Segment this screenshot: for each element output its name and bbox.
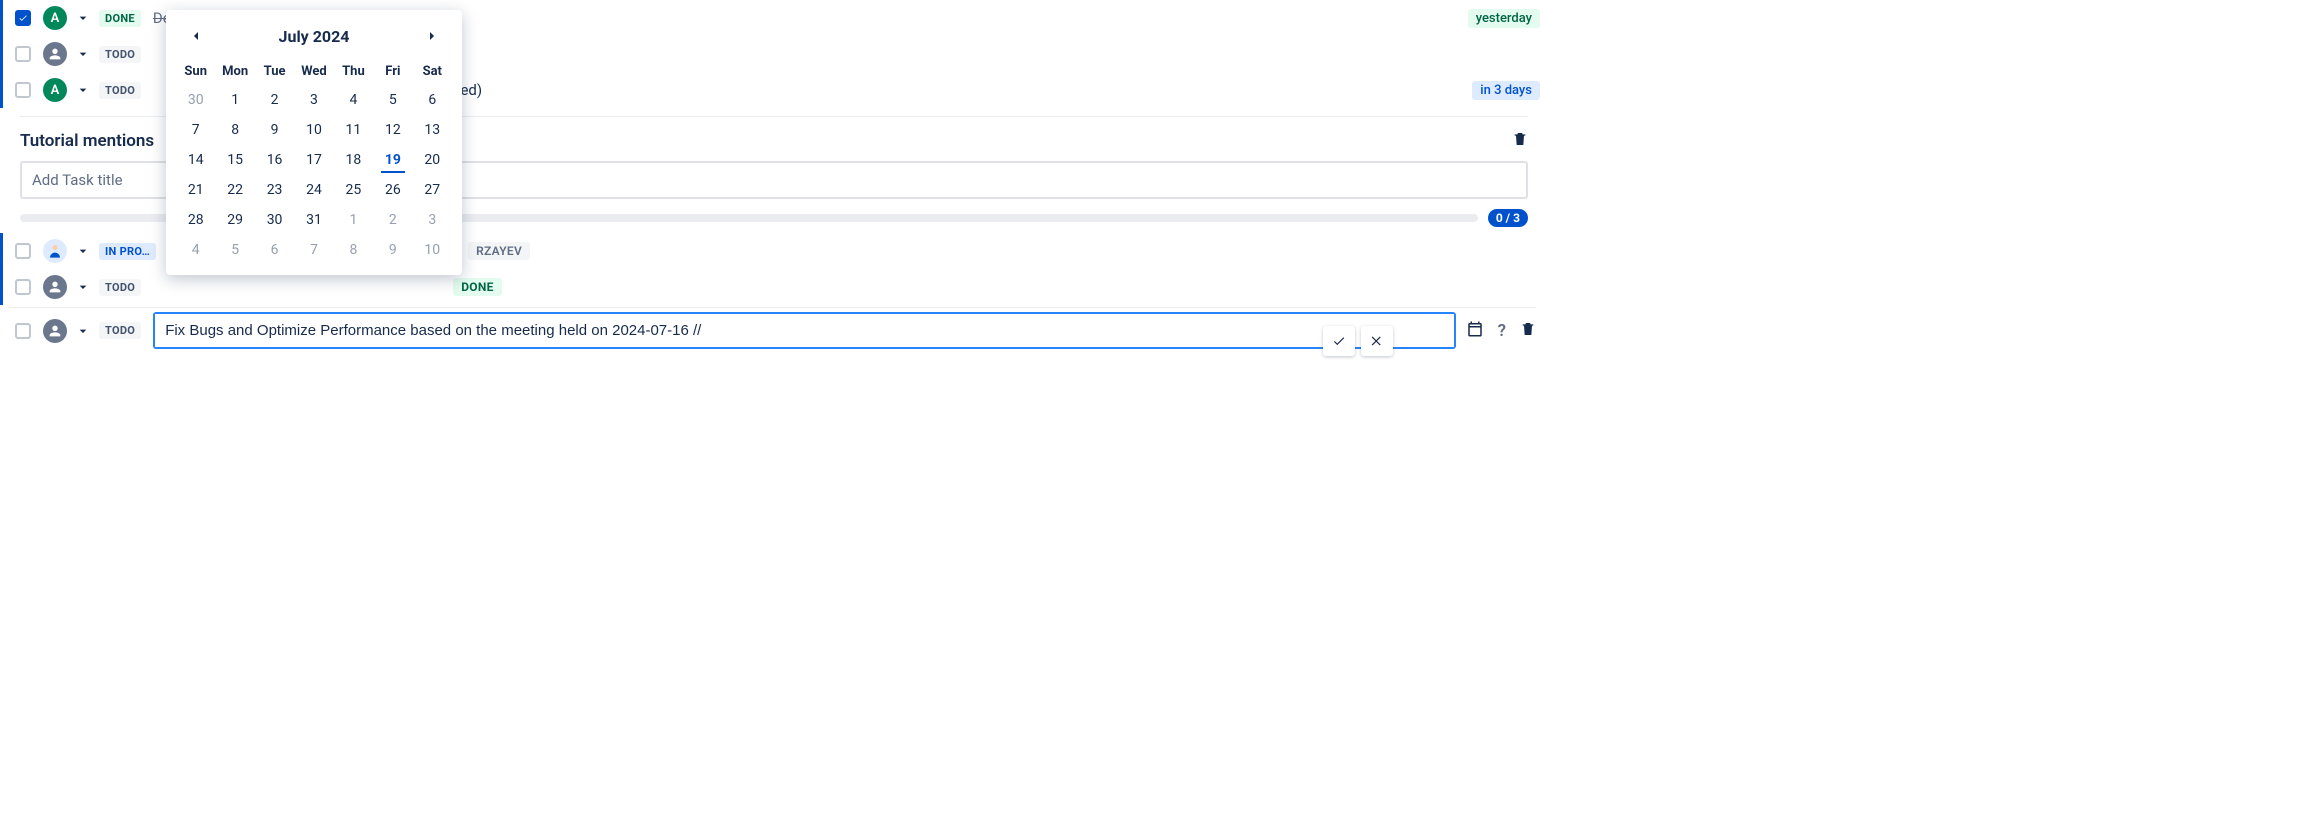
calendar-day[interactable]: 7 (176, 115, 215, 145)
mention-badge: DONE (453, 278, 502, 296)
calendar-dow: Thu (334, 58, 373, 85)
chevron-down-icon[interactable] (75, 279, 91, 295)
calendar-day[interactable]: 4 (334, 85, 373, 115)
chevron-down-icon[interactable] (75, 82, 91, 98)
calendar-dow: Mon (215, 58, 254, 85)
calendar-dow: Sun (176, 58, 215, 85)
cancel-button[interactable] (1361, 326, 1393, 356)
avatar[interactable] (43, 319, 67, 343)
calendar-day[interactable]: 28 (176, 205, 215, 235)
task-title-input[interactable] (155, 314, 1453, 347)
progress-badge: 0 / 3 (1488, 209, 1528, 227)
calendar-day[interactable]: 13 (413, 115, 452, 145)
calendar-day[interactable]: 29 (215, 205, 254, 235)
status-badge[interactable]: IN PRO… (99, 243, 156, 260)
calendar-dow: Tue (255, 58, 294, 85)
chevron-down-icon[interactable] (75, 10, 91, 26)
task-checkbox[interactable] (15, 46, 31, 62)
calendar-day[interactable]: 21 (176, 175, 215, 205)
calendar-day[interactable]: 8 (215, 115, 254, 145)
calendar-day[interactable]: 9 (373, 235, 412, 265)
calendar-day[interactable]: 11 (334, 115, 373, 145)
chevron-down-icon[interactable] (75, 46, 91, 62)
status-badge[interactable]: TODO (99, 82, 141, 99)
calendar-day[interactable]: 6 (413, 85, 452, 115)
calendar-day[interactable]: 19 (373, 145, 412, 175)
calendar-day[interactable]: 30 (176, 85, 215, 115)
calendar-day[interactable]: 7 (294, 235, 333, 265)
status-badge[interactable]: TODO (99, 46, 141, 63)
calendar-day[interactable]: 15 (215, 145, 254, 175)
prev-month-button[interactable] (184, 24, 208, 48)
task-row-editing: TODO ? (8, 307, 1536, 349)
trash-icon[interactable] (1520, 321, 1536, 341)
calendar-day[interactable]: 12 (373, 115, 412, 145)
calendar-day[interactable]: 30 (255, 205, 294, 235)
calendar-dow: Fri (373, 58, 412, 85)
confirm-cancel-group (1323, 326, 1393, 356)
calendar-icon[interactable] (1466, 320, 1484, 342)
calendar-day[interactable]: 31 (294, 205, 333, 235)
date-badge: yesterday (1468, 9, 1540, 28)
calendar-day[interactable]: 6 (255, 235, 294, 265)
task-checkbox[interactable] (15, 82, 31, 98)
calendar-day[interactable]: 2 (373, 205, 412, 235)
calendar-day[interactable]: 1 (334, 205, 373, 235)
calendar-day[interactable]: 3 (294, 85, 333, 115)
next-month-button[interactable] (420, 24, 444, 48)
calendar-day[interactable]: 27 (413, 175, 452, 205)
calendar-day[interactable]: 9 (255, 115, 294, 145)
task-checkbox[interactable] (15, 243, 31, 259)
calendar-day[interactable]: 17 (294, 145, 333, 175)
help-icon[interactable]: ? (1498, 321, 1506, 341)
task-title-edit-wrapper (153, 312, 1455, 349)
avatar[interactable]: A (43, 6, 67, 30)
mention-badge: RZAYEV (468, 242, 530, 260)
calendar-day[interactable]: 26 (373, 175, 412, 205)
status-badge[interactable]: DONE (99, 10, 141, 27)
avatar[interactable] (43, 239, 67, 263)
calendar-title: July 2024 (279, 27, 350, 46)
task-checkbox[interactable] (15, 279, 31, 295)
date-picker: July 2024 SunMonTueWedThuFriSat 30123456… (166, 10, 462, 275)
chevron-down-icon[interactable] (75, 243, 91, 259)
chevron-down-icon[interactable] (75, 323, 91, 339)
avatar[interactable]: A (43, 78, 67, 102)
calendar-day[interactable]: 22 (215, 175, 254, 205)
task-checkbox[interactable] (15, 323, 31, 339)
calendar-day[interactable]: 25 (334, 175, 373, 205)
calendar-day[interactable]: 14 (176, 145, 215, 175)
calendar-day[interactable]: 8 (334, 235, 373, 265)
calendar-day[interactable]: 18 (334, 145, 373, 175)
avatar[interactable] (43, 275, 67, 299)
calendar-day[interactable]: 23 (255, 175, 294, 205)
calendar-day[interactable]: 3 (413, 205, 452, 235)
calendar-day[interactable]: 5 (373, 85, 412, 115)
confirm-button[interactable] (1323, 326, 1355, 356)
trash-icon[interactable] (1512, 131, 1528, 151)
calendar-day[interactable]: 5 (215, 235, 254, 265)
calendar-dow: Sat (413, 58, 452, 85)
calendar-day[interactable]: 20 (413, 145, 452, 175)
calendar-day[interactable]: 1 (215, 85, 254, 115)
task-checkbox[interactable] (15, 10, 31, 26)
avatar[interactable] (43, 42, 67, 66)
section-title: Tutorial mentions (20, 131, 154, 151)
calendar-day[interactable]: 2 (255, 85, 294, 115)
calendar-day[interactable]: 4 (176, 235, 215, 265)
status-badge[interactable]: TODO (99, 322, 141, 339)
calendar-day[interactable]: 24 (294, 175, 333, 205)
calendar-dow: Wed (294, 58, 333, 85)
calendar-day[interactable]: 10 (413, 235, 452, 265)
status-badge[interactable]: TODO (99, 279, 141, 296)
calendar-day[interactable]: 10 (294, 115, 333, 145)
date-badge: in 3 days (1472, 81, 1540, 100)
calendar-day[interactable]: 16 (255, 145, 294, 175)
